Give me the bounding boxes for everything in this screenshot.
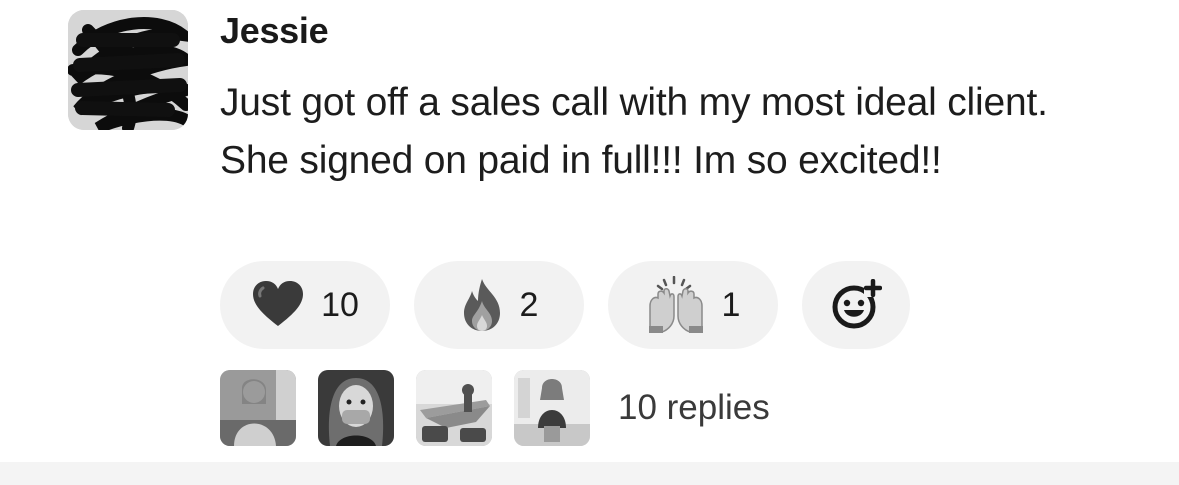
add-reaction-button[interactable]: [802, 261, 910, 349]
replies-link[interactable]: 10 replies: [618, 388, 770, 428]
reaction-fire[interactable]: 2: [414, 261, 584, 349]
reply-avatar: [416, 370, 492, 446]
reaction-raised-hands[interactable]: 1: [608, 261, 778, 349]
reply-avatar: [220, 370, 296, 446]
reaction-count: 10: [321, 285, 359, 324]
reaction-count: 2: [519, 285, 539, 324]
reaction-count: 1: [721, 285, 741, 324]
author-name[interactable]: Jessie: [220, 10, 329, 52]
thread-summary[interactable]: 10 replies: [220, 370, 770, 446]
reply-avatar: [318, 370, 394, 446]
add-reaction-icon: [830, 279, 882, 331]
raised-hands-icon: [646, 276, 706, 334]
message-item: Jessie Just got off a sales call with my…: [0, 0, 1179, 462]
message-divider: [0, 462, 1179, 485]
fire-icon: [460, 277, 504, 333]
message-text: Just got off a sales call with my most i…: [220, 81, 1048, 182]
reaction-bar: 10 2 1: [220, 261, 910, 349]
author-avatar[interactable]: [68, 10, 188, 130]
reply-avatar: [514, 370, 590, 446]
heart-icon: [251, 280, 305, 330]
reaction-heart[interactable]: 10: [220, 261, 390, 349]
